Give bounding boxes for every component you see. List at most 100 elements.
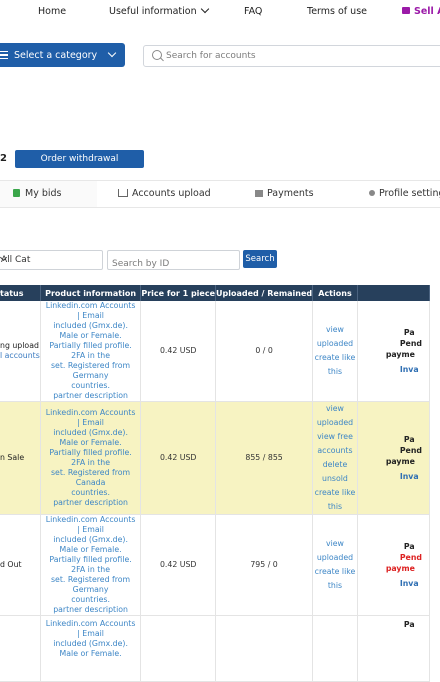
header-price: Price for 1 piece xyxy=(140,285,216,301)
payment-status: Pa xyxy=(403,328,415,337)
tab-profile-settings-label: Profile settings xyxy=(379,188,440,199)
row-price: 0.42 USD xyxy=(140,514,216,616)
nav-sell[interactable]: Sell A xyxy=(402,6,440,17)
upload-icon xyxy=(118,189,128,197)
row-payment: Pa Pend payme Inva xyxy=(357,514,431,616)
row-uploaded-remained: 0 / 0 xyxy=(215,301,314,402)
row-uploaded-remained: 795 / 0 xyxy=(215,514,314,616)
row-uploaded-remained xyxy=(215,615,314,682)
create-like-this-link[interactable]: create like this xyxy=(315,488,356,511)
payment-pending: Pend xyxy=(399,339,422,348)
status-link[interactable]: l accounts xyxy=(0,351,39,360)
info-line: Linkedin.com Accounts | Email xyxy=(45,515,136,534)
partner-description-link[interactable]: partner description xyxy=(53,605,128,614)
info-line: included (Gmx.de). Male or Female. xyxy=(53,428,128,447)
row-actions: view uploaded create like this xyxy=(312,514,358,616)
row-status: ng upload l accounts xyxy=(0,301,41,402)
nav-home[interactable]: Home xyxy=(38,6,66,17)
info-line: Partially filled profile. 2FA in the xyxy=(49,341,132,360)
bids-table: tatus Product information Price for 1 pi… xyxy=(0,285,431,682)
id-search-field xyxy=(107,250,240,271)
delete-unsold-link[interactable]: delete unsold xyxy=(322,460,348,483)
payment-label: payme xyxy=(385,457,415,466)
chevron-down-icon xyxy=(200,4,209,14)
payment-pending: Pend xyxy=(399,553,422,562)
header-payment xyxy=(357,285,431,301)
payment-label: payme xyxy=(385,350,415,359)
status-line: ng upload xyxy=(0,341,39,350)
header-status: tatus xyxy=(0,285,41,301)
order-withdrawal-button[interactable]: Order withdrawal xyxy=(15,150,144,168)
row-product-info: Linkedin.com Accounts | Email included (… xyxy=(40,514,142,616)
info-line: included (Gmx.de). Male or Female. xyxy=(53,535,128,554)
row-price: 0.42 USD xyxy=(140,401,216,515)
view-free-accounts-link[interactable]: view free accounts xyxy=(317,432,353,455)
info-line: countries. xyxy=(71,595,110,604)
tab-my-bids-label: My bids xyxy=(25,188,62,199)
partner-description-link[interactable]: partner description xyxy=(53,498,128,507)
tab-accounts-upload[interactable]: Accounts upload xyxy=(97,181,220,207)
header-actions: Actions xyxy=(312,285,358,301)
row-status: d Out xyxy=(0,514,41,616)
category-filter-value: All Cat xyxy=(1,255,31,265)
nav-sell-label: Sell A xyxy=(414,6,440,17)
nav-terms[interactable]: Terms of use xyxy=(307,6,367,17)
select-category-label: Select a category xyxy=(14,50,98,61)
menu-icon xyxy=(0,51,8,61)
chevron-down-icon xyxy=(107,48,117,58)
view-uploaded-link[interactable]: view uploaded xyxy=(317,404,353,427)
id-search-input[interactable] xyxy=(112,257,232,271)
table-row: d Out Linkedin.com Accounts | Email incl… xyxy=(0,514,431,616)
payment-status: Pa xyxy=(403,435,415,444)
info-line: Linkedin.com Accounts | Email xyxy=(45,619,136,638)
balance-number: 2 xyxy=(0,153,7,164)
invalid-link[interactable]: Inva xyxy=(358,364,429,375)
row-actions: view uploaded create like this xyxy=(312,301,358,402)
view-uploaded-link[interactable]: view uploaded xyxy=(317,539,353,562)
status-line: d Out xyxy=(0,560,22,569)
table-row: Linkedin.com Accounts | Email included (… xyxy=(0,615,431,682)
info-line: Partially filled profile. 2FA in the xyxy=(49,448,132,467)
search-button[interactable]: Search xyxy=(243,250,277,268)
user-icon xyxy=(369,190,375,196)
tab-my-bids[interactable]: My bids xyxy=(0,181,97,207)
payment-pending: Pend xyxy=(399,446,422,455)
info-line: set. Registered from Germany xyxy=(50,361,131,380)
create-like-this-link[interactable]: create like this xyxy=(315,567,356,590)
tab-payments-label: Payments xyxy=(267,188,314,199)
search-input[interactable] xyxy=(166,49,426,62)
invalid-link[interactable]: Inva xyxy=(358,578,429,589)
row-product-info: Linkedin.com Accounts | Email included (… xyxy=(40,615,142,682)
payment-label: payme xyxy=(385,564,415,573)
row-uploaded-remained: 855 / 855 xyxy=(215,401,314,515)
info-line: countries. xyxy=(71,381,110,390)
table-row: ng upload l accounts Linkedin.com Account… xyxy=(0,301,431,402)
category-filter-select[interactable]: All Cat xyxy=(0,250,103,270)
nav-useful-information[interactable]: Useful information xyxy=(109,4,209,17)
row-payment: Pa Pend payme Inva xyxy=(357,301,431,402)
header-product-information: Product information xyxy=(40,285,142,301)
create-like-this-link[interactable]: create like this xyxy=(315,353,356,376)
row-price xyxy=(140,615,216,682)
partner-description-link[interactable]: partner description xyxy=(53,391,128,400)
info-line: Linkedin.com Accounts | Email xyxy=(45,301,136,320)
account-search xyxy=(143,45,440,67)
bid-icon xyxy=(13,189,20,197)
header-uploaded-remained: Uploaded / Remained xyxy=(215,285,314,301)
invalid-link[interactable]: Inva xyxy=(358,471,429,482)
info-line: set. Registered from Germany xyxy=(50,575,131,594)
bag-icon xyxy=(402,7,410,14)
table-row: n Sale Linkedin.com Accounts | Email inc… xyxy=(0,401,431,515)
row-payment: Pa xyxy=(357,615,431,682)
search-icon xyxy=(152,50,162,60)
nav-faq[interactable]: FAQ xyxy=(244,6,262,17)
tab-payments[interactable]: Payments xyxy=(220,181,342,207)
info-line: included (Gmx.de). Male or Female. xyxy=(53,639,128,658)
info-line: countries. xyxy=(71,488,110,497)
tab-profile-settings[interactable]: Profile settings xyxy=(342,181,440,207)
select-category-button[interactable]: Select a category xyxy=(0,43,125,67)
row-actions: view uploaded view free accounts delete … xyxy=(312,401,358,515)
top-navigation: Home Useful information FAQ Terms of use… xyxy=(0,0,440,24)
row-status xyxy=(0,615,41,682)
view-uploaded-link[interactable]: view uploaded xyxy=(317,325,353,348)
